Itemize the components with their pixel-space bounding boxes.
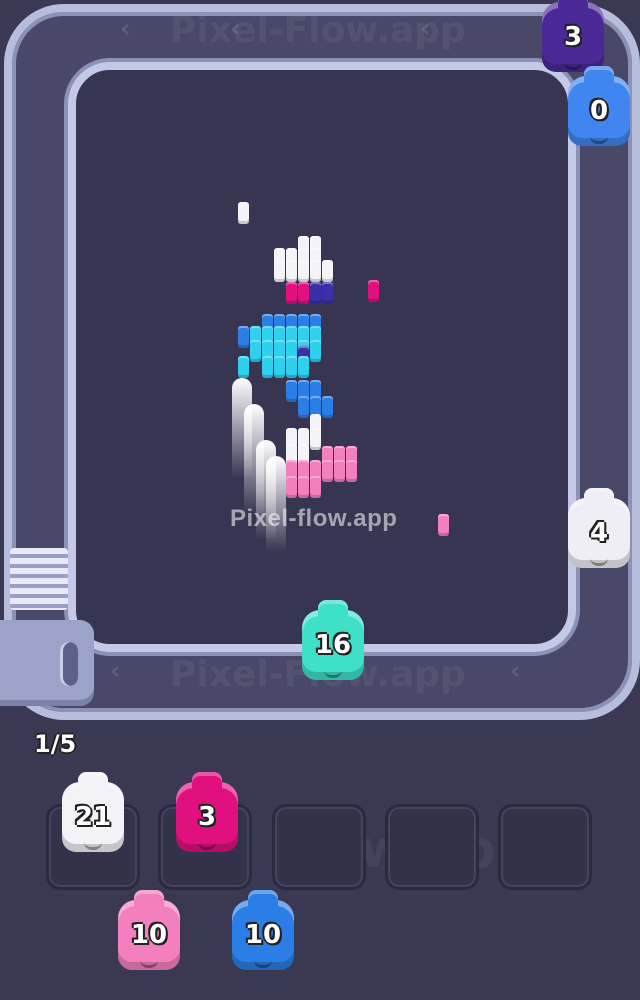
pixel-block — [298, 282, 309, 304]
pixel-block — [322, 396, 333, 418]
track-chevron-icon: ‹ — [420, 14, 431, 44]
pixel-block — [298, 260, 309, 282]
queue-shooter-pink[interactable]: 10 — [118, 890, 180, 970]
launcher-pipe — [60, 642, 78, 686]
launcher — [0, 620, 94, 706]
pixel-block — [286, 260, 297, 282]
pixel-block — [238, 202, 249, 224]
pixel-block — [322, 260, 333, 282]
pixel-block — [346, 460, 357, 482]
pixel-block — [334, 460, 345, 482]
pixel-block — [310, 476, 321, 498]
track-chevron-icon: ‹ — [510, 656, 521, 686]
track-chevron-icon: ‹ — [120, 14, 131, 44]
shot-streak — [266, 456, 286, 552]
slot-progress: 1/5 — [34, 730, 77, 758]
pixel-block — [298, 476, 309, 498]
pixel-block — [298, 396, 309, 418]
pixel-block — [310, 428, 321, 450]
track-chevron-icon: ‹ — [110, 656, 121, 686]
play-area — [68, 62, 576, 652]
slot-shooter-white[interactable]: 21 — [62, 772, 124, 852]
pixel-block — [238, 326, 249, 348]
holding-slot-5[interactable] — [498, 804, 592, 890]
pixel-block — [286, 356, 297, 378]
shooter-count: 21 — [74, 802, 112, 832]
pixel-block — [274, 260, 285, 282]
shooter-count: 16 — [314, 630, 352, 660]
ramp-stairs — [10, 548, 68, 610]
pixel-block — [286, 380, 297, 402]
pixel-block — [322, 282, 333, 304]
pixel-block — [368, 280, 379, 302]
shooter-count: 0 — [589, 96, 609, 126]
pixel-block — [310, 282, 321, 304]
shooter-count: 10 — [130, 920, 168, 950]
holding-slot-4[interactable] — [385, 804, 479, 890]
track-shooter-violet[interactable]: 3 — [542, 0, 604, 72]
pixel-block — [438, 514, 449, 536]
pixel-block — [286, 476, 297, 498]
game-stage: Pixel-Flow.app Pixel-Flow.app ‹ ‹ ‹ ‹ ‹ … — [0, 0, 640, 1000]
slot-shooter-magenta[interactable]: 3 — [176, 772, 238, 852]
queue-shooter-blue[interactable]: 10 — [232, 890, 294, 970]
shooter-count: 3 — [563, 22, 583, 52]
pixel-block — [310, 260, 321, 282]
pixel-block — [286, 282, 297, 304]
shooter-count: 10 — [244, 920, 282, 950]
shooter-count: 4 — [589, 518, 609, 548]
track-shooter-blue[interactable]: 0 — [568, 66, 630, 146]
track-shooter-white[interactable]: 4 — [568, 488, 630, 568]
holding-slot-3[interactable] — [272, 804, 366, 890]
track-chevron-icon: ‹ — [230, 14, 241, 44]
pixel-block — [310, 340, 321, 362]
track-shooter-mint[interactable]: 16 — [302, 600, 364, 680]
pixel-block — [274, 356, 285, 378]
watermark: Pixel-flow.app — [230, 505, 398, 532]
pixel-block — [298, 356, 309, 378]
pixel-block — [322, 460, 333, 482]
shooter-count: 3 — [197, 802, 217, 832]
pixel-block — [250, 340, 261, 362]
pixel-block — [262, 356, 273, 378]
pixel-block — [238, 356, 249, 378]
